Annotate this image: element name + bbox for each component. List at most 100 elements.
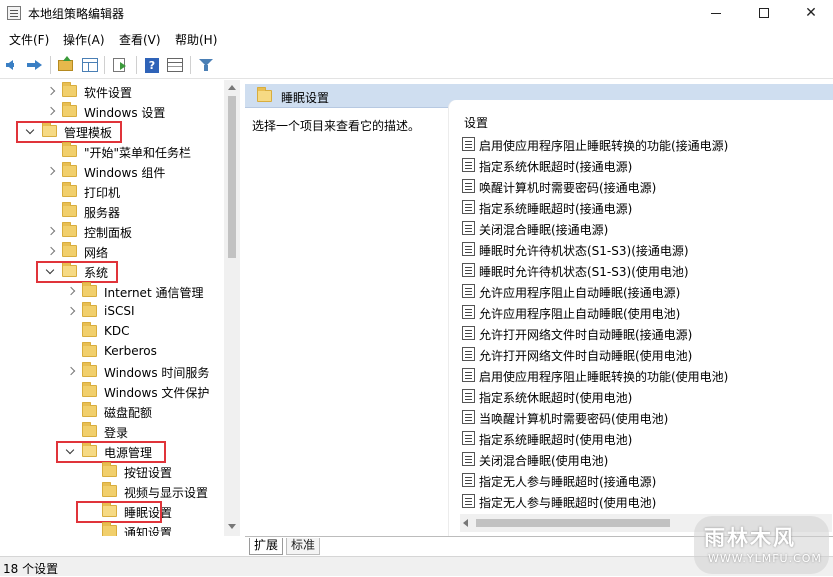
setting-row[interactable]: 指定无人参与睡眠超时(接通电源) (462, 470, 832, 491)
setting-row[interactable]: 唤醒计算机时需要密码(接通电源) (462, 176, 832, 197)
tree-item[interactable]: Internet 通信管理 (0, 282, 224, 302)
collapsed-chevron-icon[interactable] (66, 307, 76, 317)
tree-item-label: "开始"菜单和任务栏 (84, 146, 192, 160)
setting-row[interactable]: 指定系统睡眠超时(接通电源) (462, 197, 832, 218)
tree-item-label: 打印机 (84, 186, 121, 200)
setting-label: 关闭混合睡眠(接通电源) (479, 223, 609, 237)
setting-row[interactable]: 允许打开网络文件时自动睡眠(使用电池) (462, 344, 832, 365)
close-button[interactable]: ✕ (788, 0, 833, 28)
up-one-level-button[interactable] (56, 55, 76, 75)
setting-label: 允许应用程序阻止自动睡眠(使用电池) (479, 307, 681, 321)
collapsed-chevron-icon[interactable] (46, 87, 56, 97)
navigation-tree[interactable]: 软件设置 Windows 设置 管理模板 "开始"菜单和任务栏 Windows 组件 打印… (0, 80, 240, 536)
folder-icon (82, 342, 97, 357)
details-header-title: 睡眠设置 (281, 91, 330, 105)
collapsed-chevron-icon[interactable] (66, 367, 76, 377)
setting-label: 指定系统休眠超时(使用电池) (479, 391, 633, 405)
menu-file[interactable]: 文件(F) (9, 31, 49, 48)
folder-icon (62, 242, 77, 257)
tree-item-label: 服务器 (84, 206, 121, 220)
tree-scroll-thumb[interactable] (228, 96, 236, 258)
tree-item[interactable]: Windows 设置 (0, 102, 224, 122)
settings-scroll-thumb[interactable] (476, 519, 670, 527)
tree-item[interactable]: 打印机 (0, 182, 224, 202)
help-button[interactable]: ? (142, 55, 162, 75)
tree-item-label: 视频与显示设置 (124, 486, 209, 500)
tree-item[interactable]: Windows 组件 (0, 162, 224, 182)
back-arrow-icon (6, 60, 14, 70)
properties-button[interactable] (165, 55, 185, 75)
menu-action[interactable]: 操作(A) (63, 31, 105, 48)
group-policy-editor-window: 本地组策略编辑器 ✕ 文件(F) 操作(A) 查看(V) 帮助(H) ? 软件设… (0, 0, 833, 576)
setting-row[interactable]: 指定系统休眠超时(使用电池) (462, 386, 832, 407)
setting-row[interactable]: 允许应用程序阻止自动睡眠(接通电源) (462, 281, 832, 302)
collapsed-chevron-icon[interactable] (46, 227, 56, 237)
minimize-button[interactable] (693, 0, 739, 28)
tree-item-label: 磁盘配额 (104, 406, 153, 420)
tree-item-label: 按钮设置 (124, 466, 173, 480)
policy-setting-icon (462, 368, 475, 382)
tree-item-label: Windows 设置 (84, 106, 166, 120)
filter-button[interactable] (196, 55, 216, 75)
export-list-button[interactable] (110, 55, 130, 75)
tree-item[interactable]: 服务器 (0, 202, 224, 222)
setting-row[interactable]: 启用使应用程序阻止睡眠转换的功能(接通电源) (462, 134, 832, 155)
collapsed-chevron-icon[interactable] (46, 107, 56, 117)
folder-icon (62, 142, 77, 157)
tree-item[interactable]: Kerberos (0, 342, 224, 362)
scroll-up-icon[interactable] (228, 85, 236, 90)
show-hide-tree-icon (82, 58, 98, 72)
setting-row[interactable]: 睡眠时允许待机状态(S1-S3)(使用电池) (462, 260, 832, 281)
tree-item[interactable]: 按钮设置 (0, 462, 224, 482)
tree-item[interactable]: 控制面板 (0, 222, 224, 242)
forward-button[interactable] (26, 55, 46, 75)
setting-row[interactable]: 指定无人参与睡眠超时(使用电池) (462, 491, 832, 512)
collapsed-chevron-icon[interactable] (46, 167, 56, 177)
up-folder-icon (58, 56, 73, 71)
collapsed-chevron-icon[interactable] (66, 287, 76, 297)
scroll-left-icon[interactable] (463, 519, 468, 527)
collapsed-chevron-icon[interactable] (46, 247, 56, 257)
column-header-setting[interactable]: 设置 (464, 114, 488, 131)
setting-row[interactable]: 关闭混合睡眠(使用电池) (462, 449, 832, 470)
tree-item[interactable]: 网络 (0, 242, 224, 262)
tree-item[interactable]: 磁盘配额 (0, 402, 224, 422)
tree-item-label: iSCSI (104, 304, 135, 318)
setting-label: 唤醒计算机时需要密码(接通电源) (479, 181, 657, 195)
show-hide-tree-button[interactable] (80, 55, 100, 75)
setting-row[interactable]: 允许应用程序阻止自动睡眠(使用电池) (462, 302, 832, 323)
window-title: 本地组策略编辑器 (28, 7, 125, 21)
tree-item[interactable]: 通知设置 (0, 522, 224, 536)
toolbar-separator (104, 56, 105, 74)
setting-row[interactable]: 关闭混合睡眠(接通电源) (462, 218, 832, 239)
toolbar-separator (50, 56, 51, 74)
setting-row[interactable]: 当唤醒计算机时需要密码(使用电池) (462, 407, 832, 428)
policy-setting-icon (462, 179, 475, 193)
tree-item[interactable]: KDC (0, 322, 224, 342)
tree-item[interactable]: Windows 时间服务 (0, 362, 224, 382)
policy-editor-icon (7, 6, 21, 20)
scroll-down-icon[interactable] (228, 524, 236, 529)
tree-item[interactable]: 软件设置 (0, 82, 224, 102)
tree-item[interactable]: Windows 文件保护 (0, 382, 224, 402)
description-text: 选择一个项目来查看它的描述。 (252, 119, 421, 133)
tab-standard[interactable]: 标准 (286, 538, 321, 555)
setting-label: 允许应用程序阻止自动睡眠(接通电源) (479, 286, 681, 300)
policy-setting-icon (462, 137, 475, 151)
setting-row[interactable]: 指定系统睡眠超时(使用电池) (462, 428, 832, 449)
tab-extended[interactable]: 扩展 (249, 538, 284, 555)
tree-item[interactable]: 登录 (0, 422, 224, 442)
maximize-button[interactable] (741, 0, 787, 28)
tree-item[interactable]: 视频与显示设置 (0, 482, 224, 502)
toolbar-separator (136, 56, 137, 74)
setting-row[interactable]: 睡眠时允许待机状态(S1-S3)(接通电源) (462, 239, 832, 260)
menu-view[interactable]: 查看(V) (119, 31, 161, 48)
back-button[interactable] (4, 55, 24, 75)
setting-row[interactable]: 指定系统休眠超时(接通电源) (462, 155, 832, 176)
tree-item[interactable]: "开始"菜单和任务栏 (0, 142, 224, 162)
setting-row[interactable]: 允许打开网络文件时自动睡眠(接通电源) (462, 323, 832, 344)
setting-row[interactable]: 启用使应用程序阻止睡眠转换的功能(使用电池) (462, 365, 832, 386)
tree-item[interactable]: iSCSI (0, 302, 224, 322)
watermark-main: 雨林木风 (704, 526, 796, 550)
menu-help[interactable]: 帮助(H) (175, 31, 217, 48)
